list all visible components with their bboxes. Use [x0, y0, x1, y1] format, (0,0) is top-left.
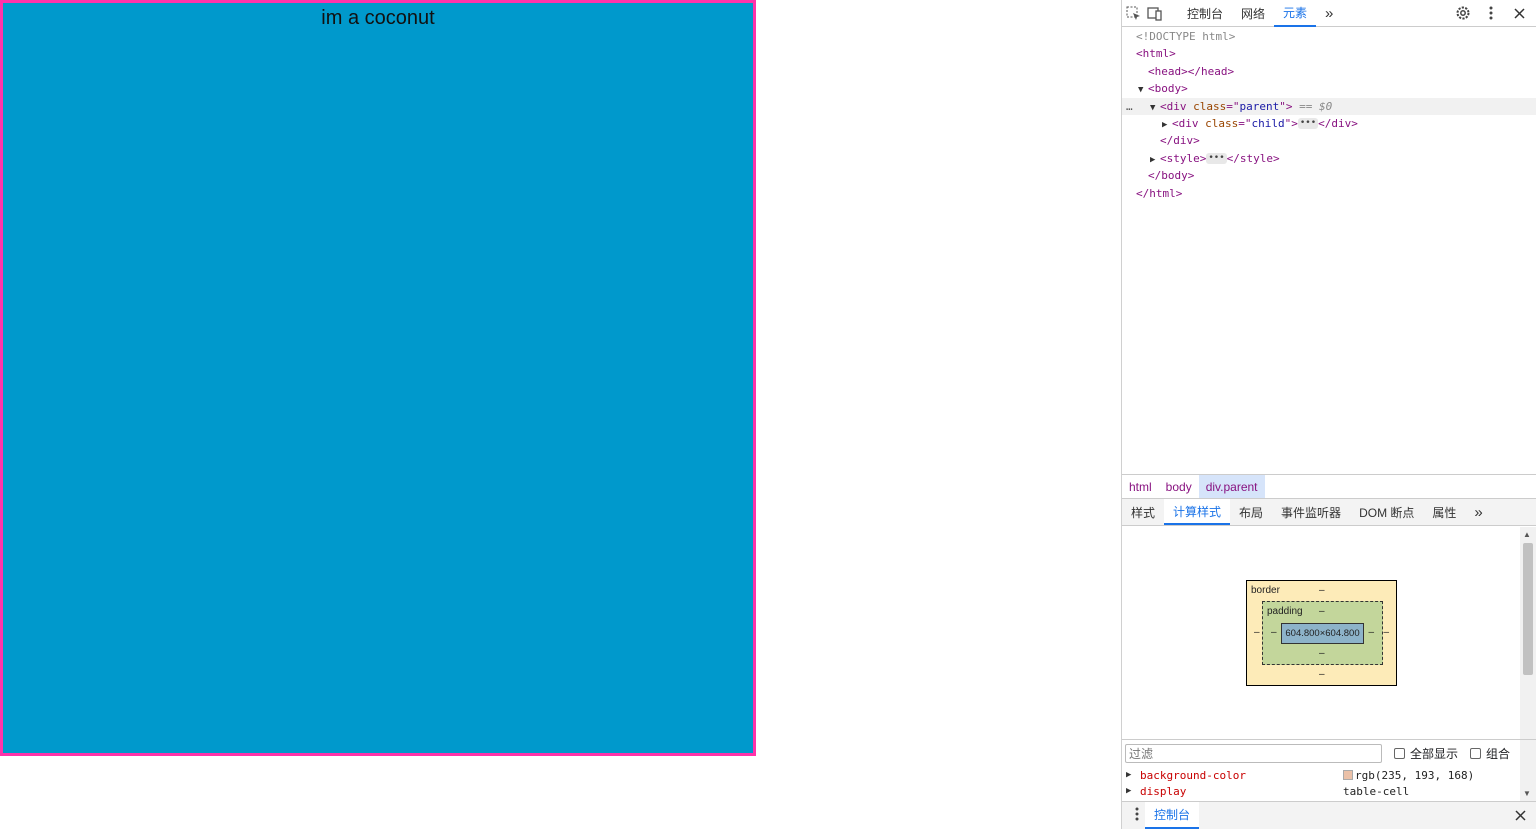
filter-input[interactable]	[1125, 744, 1382, 763]
tab-layout[interactable]: 布局	[1230, 499, 1272, 525]
doctype-text: <!DOCTYPE html>	[1136, 30, 1236, 43]
dom-node-html-close[interactable]: </html>	[1122, 185, 1536, 202]
ellipsis-icon[interactable]: •••	[1297, 118, 1319, 130]
coconut-text: im a coconut	[321, 7, 435, 29]
property-name: display	[1140, 784, 1187, 798]
attr-value: child	[1251, 116, 1285, 130]
dom-node-child-div[interactable]: ▶ <div class="child"> ••• </div>	[1122, 115, 1536, 132]
scroll-up-icon[interactable]: ▲	[1523, 530, 1531, 539]
computed-pane: border – – – – padding – – – – 604.800×6…	[1122, 527, 1520, 739]
property-value: rgb(235, 193, 168)	[1343, 769, 1474, 782]
padding-left-value[interactable]: –	[1271, 627, 1277, 638]
inspect-element-icon[interactable]	[1122, 2, 1144, 24]
dom-tree: <!DOCTYPE html> <html> <head></head> ▼ <b…	[1122, 28, 1536, 473]
tag-name: div	[1166, 99, 1187, 113]
tag-name: div	[1178, 116, 1199, 130]
color-swatch-icon[interactable]	[1343, 770, 1353, 780]
tab-event-listeners[interactable]: 事件监听器	[1272, 499, 1350, 525]
padding-label: padding	[1267, 606, 1303, 617]
expand-triangle-icon[interactable]: ▶	[1126, 770, 1136, 780]
group-label: 组合	[1486, 747, 1511, 761]
property-name: background-color	[1140, 768, 1246, 782]
ellipsis-icon[interactable]: •••	[1206, 153, 1227, 165]
more-tabs-icon[interactable]: »	[1316, 0, 1342, 27]
dom-node-body[interactable]: ▼ <body>	[1122, 80, 1536, 97]
show-all-label: 全部显示	[1410, 747, 1459, 761]
tab-styles[interactable]: 样式	[1122, 499, 1164, 525]
tab-computed[interactable]: 计算样式	[1164, 499, 1231, 525]
tab-console[interactable]: 控制台	[1178, 0, 1232, 27]
padding-bottom-value[interactable]: –	[1319, 648, 1325, 659]
scroll-down-icon[interactable]: ▼	[1523, 789, 1531, 798]
tab-elements[interactable]: 元素	[1274, 0, 1317, 27]
border-bottom-value[interactable]: –	[1319, 669, 1325, 680]
console-drawer: 控制台	[1122, 801, 1536, 829]
border-top-value[interactable]: –	[1319, 585, 1325, 596]
parent-div: im a coconut	[0, 0, 756, 756]
scrollbar-thumb[interactable]	[1523, 543, 1533, 675]
box-model-border[interactable]: border – – – – padding – – – – 604.800×6…	[1246, 580, 1397, 686]
head-tag: <head></head>	[1148, 64, 1235, 78]
selected-marker: == $0	[1299, 99, 1333, 113]
dom-node-html[interactable]: <html>	[1122, 45, 1536, 62]
attr-value: parent	[1239, 99, 1280, 113]
more-subtabs-icon[interactable]: »	[1465, 499, 1491, 525]
border-left-value[interactable]: –	[1254, 627, 1260, 638]
tab-dom-breakpoints[interactable]: DOM 断点	[1350, 499, 1423, 525]
settings-icon[interactable]	[1452, 2, 1474, 24]
property-row[interactable]: ▶ display table-cell	[1122, 783, 1520, 799]
drawer-tab-console[interactable]: 控制台	[1145, 802, 1200, 829]
box-model-padding[interactable]: padding – – – – 604.800×604.800	[1262, 601, 1383, 665]
checkbox-icon[interactable]	[1470, 748, 1482, 759]
property-value-text: table-cell	[1343, 784, 1410, 798]
page-viewport: im a coconut	[0, 0, 1121, 829]
property-row[interactable]: ▶ background-color rgb(235, 193, 168)	[1122, 767, 1520, 783]
row-options-icon[interactable]: …	[1126, 98, 1133, 115]
styles-subtabs: 样式 计算样式 布局 事件监听器 DOM 断点 属性 »	[1122, 499, 1536, 526]
dom-node-style[interactable]: ▶ <style> ••• </style>	[1122, 150, 1536, 167]
padding-top-value[interactable]: –	[1319, 606, 1325, 617]
show-all-checkbox[interactable]: 全部显示	[1394, 745, 1458, 762]
body-close-tag: </body>	[1148, 169, 1195, 183]
div-close-tag: </div>	[1160, 134, 1200, 148]
breadcrumb-div-parent[interactable]: div.parent	[1198, 475, 1265, 498]
breadcrumb: html body div.parent	[1122, 474, 1536, 499]
devtools-panel: 控制台 网络 元素 » <!DOCTYPE html> <html> <head…	[1121, 0, 1536, 829]
property-value-text: rgb(235, 193, 168)	[1355, 768, 1475, 782]
tab-properties[interactable]: 属性	[1423, 499, 1465, 525]
box-model-content[interactable]: 604.800×604.800	[1281, 623, 1364, 644]
dom-node-doctype[interactable]: <!DOCTYPE html>	[1122, 28, 1536, 45]
style-close-tag: </style>	[1226, 151, 1280, 165]
more-vert-icon[interactable]	[1480, 2, 1502, 24]
device-toggle-icon[interactable]	[1144, 2, 1166, 24]
breadcrumb-body[interactable]: body	[1159, 475, 1199, 498]
dom-node-body-close[interactable]: </body>	[1122, 167, 1536, 184]
computed-filter-row: 全部显示 组合	[1122, 739, 1536, 767]
group-checkbox[interactable]: 组合	[1470, 745, 1510, 762]
div-close-tag: </div>	[1318, 116, 1358, 130]
close-icon[interactable]	[1508, 2, 1530, 24]
body-open-tag: <body>	[1148, 82, 1188, 96]
checkbox-icon[interactable]	[1394, 748, 1405, 759]
drawer-menu-icon[interactable]	[1135, 807, 1139, 824]
border-label: border	[1251, 585, 1280, 596]
dom-node-parent-div[interactable]: … ▼ <div class="parent"> == $0	[1122, 97, 1536, 115]
padding-right-value[interactable]: –	[1368, 627, 1374, 638]
expand-triangle-icon[interactable]: ▶	[1126, 786, 1136, 796]
tab-network[interactable]: 网络	[1232, 0, 1274, 27]
devtools-toolbar: 控制台 网络 元素 »	[1122, 0, 1536, 27]
dom-node-div-close[interactable]: </div>	[1122, 132, 1536, 149]
dom-node-head[interactable]: <head></head>	[1122, 63, 1536, 80]
html-close-tag: </html>	[1136, 186, 1183, 200]
border-right-value[interactable]: –	[1383, 627, 1389, 638]
property-value: table-cell	[1343, 785, 1409, 798]
attr-name: class	[1205, 116, 1239, 130]
style-open-tag: <style>	[1160, 151, 1207, 165]
breadcrumb-html[interactable]: html	[1122, 475, 1159, 498]
drawer-close-icon[interactable]	[1515, 808, 1526, 824]
attr-name: class	[1193, 99, 1227, 113]
computed-properties-list: ▶ background-color rgb(235, 193, 168) ▶ …	[1122, 767, 1520, 801]
html-open-tag: <html>	[1136, 47, 1176, 61]
